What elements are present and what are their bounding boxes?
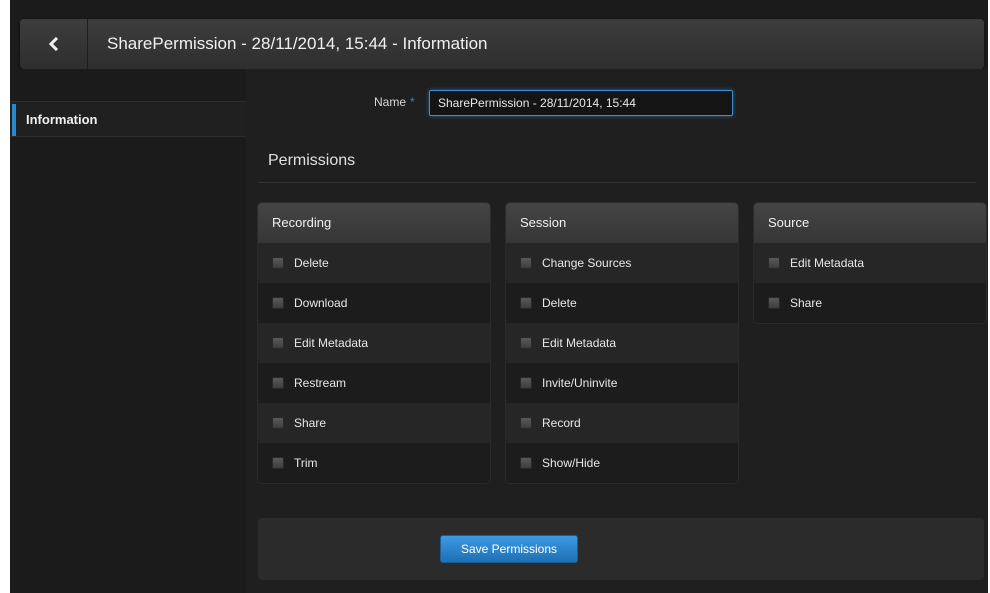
active-indicator [12,104,16,136]
perm-recording-restream[interactable]: Restream [258,363,490,403]
name-input[interactable] [429,90,733,116]
perm-recording-share[interactable]: Share [258,403,490,443]
perm-session-edit-metadata[interactable]: Edit Metadata [506,323,738,363]
checkbox[interactable] [520,417,532,429]
checkbox[interactable] [272,297,284,309]
sidebar-item-label: Information [26,112,98,127]
checkbox[interactable] [520,457,532,469]
checkbox[interactable] [520,337,532,349]
checkbox[interactable] [768,297,780,309]
checkbox[interactable] [520,297,532,309]
session-panel: Session Change Sources Delete Edit Metad… [506,203,738,483]
panel-header: Recording [258,203,490,243]
perm-label: Share [790,296,823,310]
checkbox[interactable] [520,257,532,269]
perm-session-record[interactable]: Record [506,403,738,443]
source-panel: Source Edit Metadata Share [754,203,986,323]
perm-session-change-sources[interactable]: Change Sources [506,243,738,283]
page-header: SharePermission - 28/11/2014, 15:44 - In… [20,19,984,69]
checkbox[interactable] [272,457,284,469]
checkbox[interactable] [272,337,284,349]
form-actions: Save Permissions [258,518,984,580]
app-window: SharePermission - 28/11/2014, 15:44 - In… [10,0,988,593]
sidebar-item-information[interactable]: Information [10,101,246,137]
recording-panel: Recording Delete Download Edit Metadata … [258,203,490,483]
perm-label: Edit Metadata [542,336,617,350]
perm-recording-edit-metadata[interactable]: Edit Metadata [258,323,490,363]
perm-label: Change Sources [542,256,632,270]
checkbox[interactable] [768,257,780,269]
perm-session-show-hide[interactable]: Show/Hide [506,443,738,483]
permissions-heading: Permissions [268,152,356,169]
chevron-left-icon [48,37,58,51]
perm-recording-delete[interactable]: Delete [258,243,490,283]
perm-session-invite-uninvite[interactable]: Invite/Uninvite [506,363,738,403]
panel-header: Session [506,203,738,243]
required-marker: * [410,95,415,109]
divider [258,182,976,183]
checkbox[interactable] [272,417,284,429]
name-label: Name * [374,95,415,109]
page-title: SharePermission - 28/11/2014, 15:44 - In… [107,34,488,53]
sidebar: Information [10,69,246,593]
perm-session-delete[interactable]: Delete [506,283,738,323]
perm-label: Restream [294,376,347,390]
back-button[interactable] [20,19,88,69]
name-label-text: Name [374,95,407,109]
perm-label: Share [294,416,327,430]
perm-label: Trim [294,456,318,470]
recording-list: Delete Download Edit Metadata Restream S… [258,243,490,483]
perm-label: Show/Hide [542,456,601,470]
perm-label: Edit Metadata [790,256,865,270]
perm-label: Delete [542,296,577,310]
perm-label: Download [294,296,348,310]
perm-label: Record [542,416,581,430]
checkbox[interactable] [520,377,532,389]
source-list: Edit Metadata Share [754,243,986,323]
perm-source-edit-metadata[interactable]: Edit Metadata [754,243,986,283]
checkbox[interactable] [272,257,284,269]
panel-header: Source [754,203,986,243]
save-permissions-button[interactable]: Save Permissions [440,535,578,563]
session-list: Change Sources Delete Edit Metadata Invi… [506,243,738,483]
perm-label: Edit Metadata [294,336,369,350]
checkbox[interactable] [272,377,284,389]
perm-label: Delete [294,256,329,270]
main-content: Name* Permissions Recording Delete Downl… [246,69,988,593]
perm-label: Invite/Uninvite [542,376,618,390]
perm-recording-trim[interactable]: Trim [258,443,490,483]
perm-recording-download[interactable]: Download [258,283,490,323]
perm-source-share[interactable]: Share [754,283,986,323]
